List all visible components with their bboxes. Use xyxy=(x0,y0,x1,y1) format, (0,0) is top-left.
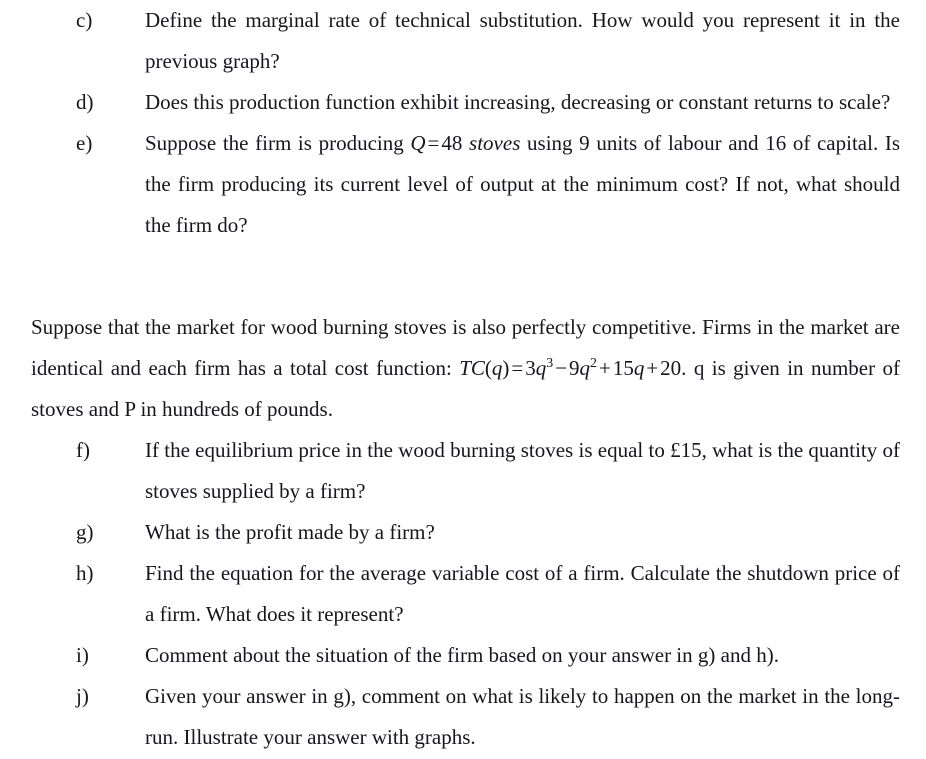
question-text-c: Define the marginal rate of technical su… xyxy=(145,8,900,73)
question-label-i: i) xyxy=(76,643,89,667)
question-item-c: c) Define the marginal rate of technical… xyxy=(0,0,926,82)
question-text-h: Find the equation for the average variab… xyxy=(145,561,900,626)
question-e-inline-math: Q=48 stoves xyxy=(410,131,520,155)
question-list-part-1: c) Define the marginal rate of technical… xyxy=(0,0,926,246)
document-page: c) Define the marginal rate of technical… xyxy=(0,0,926,759)
question-text-g: What is the profit made by a firm? xyxy=(145,520,435,544)
question-label-j: j) xyxy=(76,684,89,708)
formula-constant-term: 20 xyxy=(660,356,682,380)
math-value-48: 48 xyxy=(441,131,463,155)
formula-function-name: TC xyxy=(459,356,485,380)
formula-term1-variable: q xyxy=(535,356,547,380)
question-item-d: d) Does this production function exhibit… xyxy=(0,82,926,123)
question-label-c: c) xyxy=(76,8,93,32)
formula-term3-variable: q xyxy=(633,356,645,380)
formula-equals-sign: = xyxy=(511,356,524,380)
question-label-g: g) xyxy=(76,520,94,544)
formula-term2-coefficient: 9 xyxy=(569,356,580,380)
formula-operator-plus-2: + xyxy=(646,356,659,380)
section-gap-spacer-extra xyxy=(0,287,926,307)
section-gap-spacer xyxy=(0,246,926,287)
math-units-stoves: stoves xyxy=(469,131,521,155)
question-label-h: h) xyxy=(76,561,94,585)
formula-operator-minus: − xyxy=(555,356,568,380)
formula-term2-exponent: 2 xyxy=(590,355,597,370)
question-item-h: h) Find the equation for the average var… xyxy=(0,553,926,635)
formula-term3-coefficient: 15 xyxy=(612,356,634,380)
intro-paragraph: Suppose that the market for wood burning… xyxy=(0,307,926,430)
question-item-g: g) What is the profit made by a firm? xyxy=(0,512,926,553)
total-cost-formula: TC(q)=3q3−9q2+15q+20. xyxy=(459,356,686,380)
math-variable-q: Q xyxy=(410,131,426,155)
question-text-d: Does this production function exhibit in… xyxy=(145,90,891,114)
formula-argument-q: q xyxy=(491,356,503,380)
question-item-j: j) Given your answer in g), comment on w… xyxy=(0,676,926,758)
formula-operator-plus-1: + xyxy=(598,356,611,380)
formula-term2-variable: q xyxy=(579,356,591,380)
question-text-j: Given your answer in g), comment on what… xyxy=(145,684,900,749)
question-list-part-2: f) If the equilibrium price in the wood … xyxy=(0,430,926,758)
math-equals-sign: = xyxy=(427,131,440,155)
formula-open-paren: ( xyxy=(484,356,492,380)
question-text-f: If the equilibrium price in the wood bur… xyxy=(145,438,900,503)
question-label-e: e) xyxy=(76,131,93,155)
question-text-i: Comment about the situation of the firm … xyxy=(145,643,779,667)
question-item-f: f) If the equilibrium price in the wood … xyxy=(0,430,926,512)
question-item-i: i) Comment about the situation of the fi… xyxy=(0,635,926,676)
formula-term1-coefficient: 3 xyxy=(525,356,536,380)
question-e-text-before: Suppose the firm is producing xyxy=(145,131,411,155)
question-label-d: d) xyxy=(76,90,94,114)
question-text-e: Suppose the firm is producing Q=48 stove… xyxy=(145,123,900,246)
question-item-e: e) Suppose the firm is producing Q=48 st… xyxy=(0,123,926,246)
question-label-f: f) xyxy=(76,438,90,462)
